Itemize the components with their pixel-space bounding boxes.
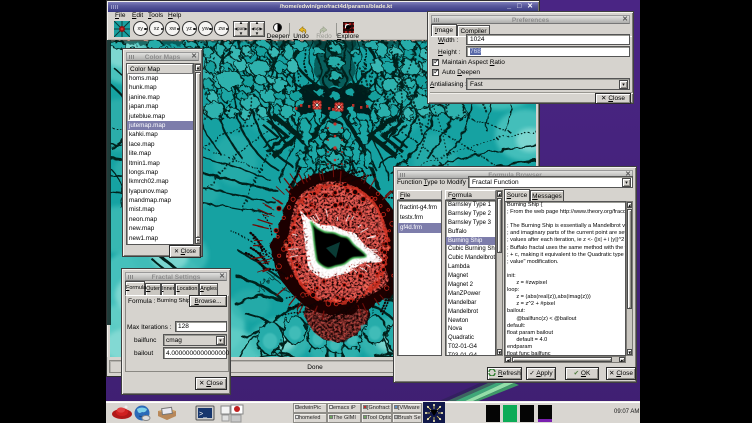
svg-text:>_: >_ bbox=[199, 411, 207, 418]
